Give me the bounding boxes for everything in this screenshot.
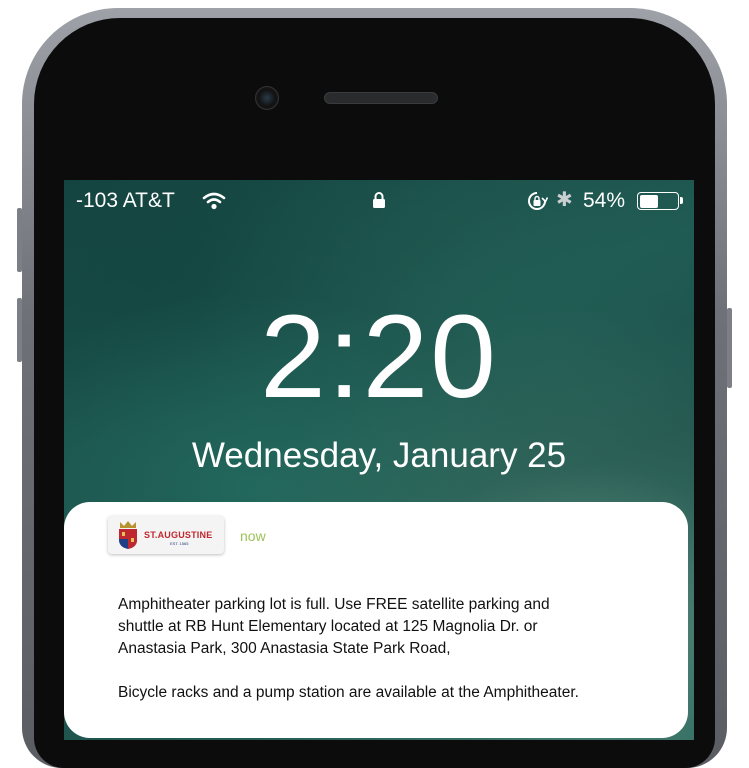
power-button bbox=[727, 308, 732, 388]
lock-screen-time: 2:20 bbox=[260, 291, 498, 423]
notification-card[interactable]: ST.AUGUSTINE EST. 1565 now Amphitheater … bbox=[64, 502, 688, 738]
message-line: Anastasia Park, 300 Anastasia State Park… bbox=[118, 640, 451, 657]
lock-screen: -103 AT&T ✱ 54% 2:20 Wednesday, January … bbox=[64, 180, 694, 740]
lock-screen-date: Wednesday, January 25 bbox=[191, 436, 567, 475]
message-line: shuttle at RB Hunt Elementary located at… bbox=[118, 618, 538, 635]
notification-timestamp: now bbox=[240, 528, 266, 544]
wifi-icon bbox=[202, 192, 226, 216]
app-logo-subtext: EST. 1565 bbox=[170, 541, 189, 546]
notification-message: Amphitheater parking lot is full. Use FR… bbox=[118, 594, 678, 704]
status-bar: -103 AT&T ✱ 54% bbox=[64, 180, 694, 220]
earpiece-speaker bbox=[324, 92, 438, 104]
front-camera bbox=[255, 86, 279, 110]
app-logo-text: ST.AUGUSTINE bbox=[144, 530, 213, 540]
rotation-lock-icon bbox=[526, 191, 549, 217]
battery-level bbox=[639, 194, 658, 208]
volume-button bbox=[17, 208, 22, 272]
app-logo: ST.AUGUSTINE EST. 1565 bbox=[108, 516, 224, 554]
bluetooth-icon: ✱ bbox=[556, 189, 573, 211]
battery-icon bbox=[637, 192, 679, 210]
message-line: Amphitheater parking lot is full. Use FR… bbox=[118, 596, 550, 613]
lock-icon bbox=[372, 191, 386, 215]
city-crest-icon bbox=[119, 521, 137, 549]
battery-nub bbox=[680, 197, 683, 204]
message-line: Bicycle racks and a pump station are ava… bbox=[118, 684, 579, 701]
battery-percentage: 54% bbox=[583, 189, 626, 212]
carrier-signal: -103 AT&T bbox=[76, 189, 175, 212]
volume-button bbox=[17, 298, 22, 362]
